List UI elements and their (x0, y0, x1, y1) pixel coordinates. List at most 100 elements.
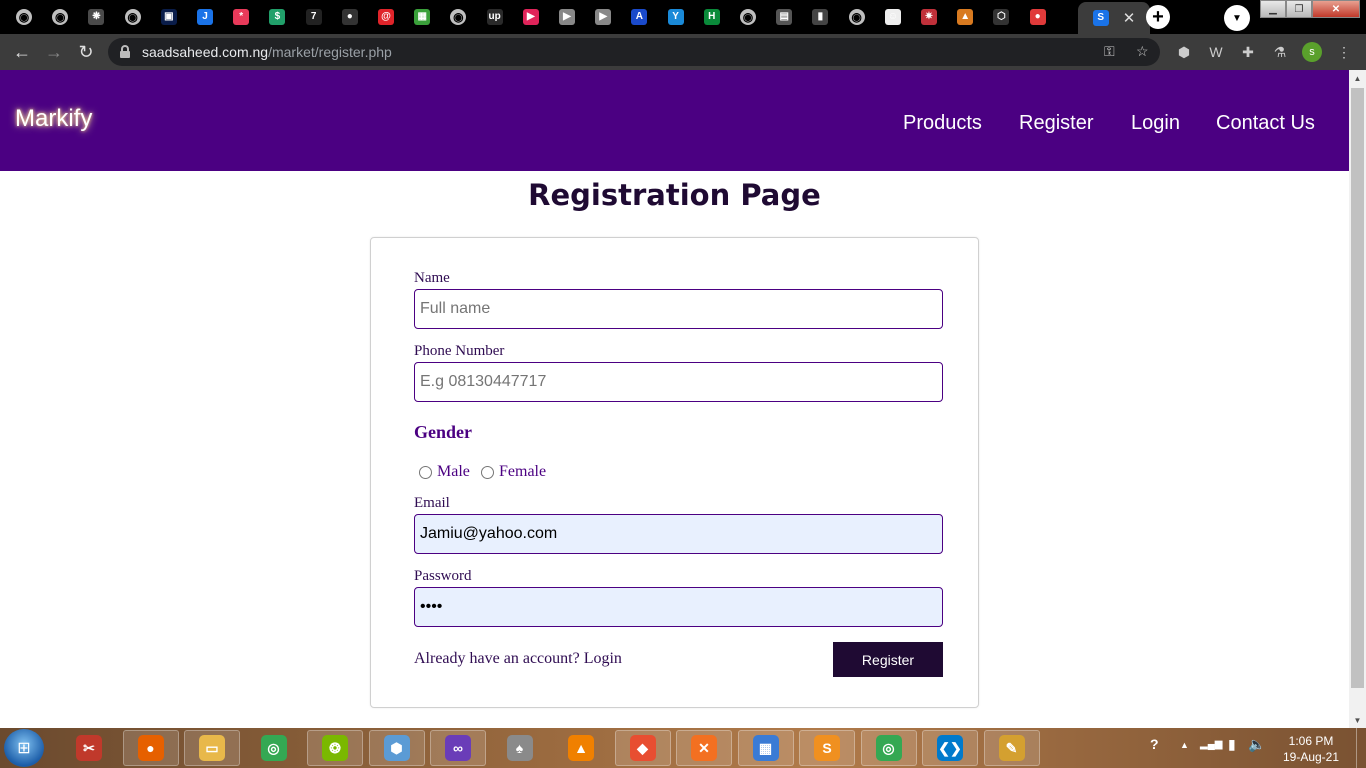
browser-tab[interactable]: 7 (296, 4, 332, 30)
system-clock[interactable]: 1:06 PM 19-Aug-21 (1280, 733, 1342, 765)
taskbar-app-button[interactable]: ✎ (983, 730, 1040, 766)
browser-tab[interactable]: ▶ (585, 4, 621, 30)
network-signal-icon[interactable]: ▂▄▆ (1200, 739, 1222, 750)
taskbar-app-button[interactable]: ⬢ (368, 730, 425, 766)
login-link[interactable]: Already have an account? Login (414, 650, 622, 668)
password-key-icon[interactable]: ⚿ (1104, 43, 1115, 60)
taskbar-app-button[interactable]: ▭ (184, 730, 240, 766)
taskbar-app-button[interactable]: ● (122, 730, 179, 766)
new-tab-button[interactable]: + (1146, 5, 1170, 29)
taskbar-app-button[interactable]: ∞ (430, 730, 486, 766)
minimize-button[interactable]: ▁ (1260, 0, 1286, 18)
email-input[interactable] (414, 514, 943, 554)
gender-option-female[interactable]: Female (481, 463, 546, 481)
male-radio[interactable] (419, 465, 432, 479)
phone-input[interactable] (414, 362, 943, 402)
name-input[interactable] (414, 289, 943, 329)
taskbar-app-button[interactable]: ✕ (676, 730, 732, 766)
browser-tab[interactable]: ▲ (947, 4, 983, 30)
help-icon[interactable]: ? (1150, 736, 1159, 752)
taskbar-app-button[interactable]: ✂ (61, 730, 117, 766)
browser-tab[interactable]: ▣ (151, 4, 187, 30)
scroll-down-arrow-icon[interactable]: ▼ (1349, 712, 1366, 728)
extension-cube-icon[interactable]: ⬢ (1174, 42, 1194, 62)
bookmark-star-icon[interactable]: ☆ (1136, 43, 1149, 60)
taskbar-app-button[interactable]: S (799, 730, 855, 766)
site-logo[interactable]: Markify (15, 105, 92, 133)
reload-button[interactable]: ↻ (75, 41, 97, 63)
password-input[interactable] (414, 587, 943, 627)
globe-icon: ◉ (52, 9, 69, 25)
browser-tab[interactable]: up (477, 4, 513, 30)
browser-tab[interactable]: ☺ (875, 4, 911, 30)
nav-products[interactable]: Products (903, 112, 982, 135)
back-button[interactable]: ← (11, 41, 33, 63)
tab-app-icon: @ (378, 9, 394, 25)
active-tab[interactable]: S ✕ (1078, 2, 1150, 34)
browser-tab[interactable]: ◉ (440, 4, 476, 30)
browser-tab[interactable]: ● (1020, 4, 1056, 30)
browser-tab[interactable]: ▶ (513, 4, 549, 30)
battery-icon[interactable]: ▮ (1228, 736, 1236, 753)
extensions-puzzle-icon[interactable]: ✚ (1238, 42, 1258, 62)
start-button[interactable]: ⊞ (4, 729, 44, 767)
maximize-button[interactable]: ❐ (1286, 0, 1312, 18)
browser-tab[interactable]: ◉ (42, 4, 78, 30)
close-window-button[interactable]: ✕ (1312, 0, 1360, 18)
browser-tab[interactable]: ◉ (839, 4, 875, 30)
gender-option-male[interactable]: Male (419, 463, 470, 481)
tab-close-icon[interactable]: ✕ (1123, 9, 1136, 27)
taskbar-app-button[interactable]: ◆ (614, 730, 671, 766)
labs-flask-icon[interactable]: ⚗ (1270, 42, 1290, 62)
browser-tab[interactable]: ▮ (802, 4, 838, 30)
taskbar-app-button[interactable]: ♠ (492, 730, 548, 766)
scroll-up-arrow-icon[interactable]: ▲ (1349, 70, 1366, 86)
menu-kebab-icon[interactable]: ⋮ (1334, 42, 1354, 62)
forward-button[interactable]: → (43, 41, 65, 63)
browser-tab[interactable]: ● (332, 4, 368, 30)
browser-tab[interactable]: ▶ (549, 4, 585, 30)
browser-tab[interactable]: ✷ (911, 4, 947, 30)
profile-avatar[interactable]: s (1302, 42, 1322, 62)
taskbar-app-button[interactable]: ❮❯ (922, 730, 978, 766)
volume-icon[interactable]: 🔈 (1248, 736, 1265, 753)
female-radio[interactable] (481, 465, 494, 479)
browser-tab[interactable]: ▦ (404, 4, 440, 30)
browser-tab[interactable]: * (223, 4, 259, 30)
extension-w-icon[interactable]: W (1206, 42, 1226, 62)
browser-tab[interactable]: ❋ (78, 4, 114, 30)
page-viewport: Markify Products Register Login Contact … (0, 70, 1349, 728)
browser-tab[interactable]: J (187, 4, 223, 30)
browser-tab[interactable]: H (694, 4, 730, 30)
browser-tab[interactable]: Y (658, 4, 694, 30)
taskbar-app-button[interactable]: ▦ (737, 730, 794, 766)
scroll-thumb[interactable] (1351, 88, 1364, 688)
browser-tab[interactable]: ◉ (6, 4, 42, 30)
taskbar-app-button[interactable]: ▲ (553, 730, 609, 766)
browser-tab[interactable]: ◉ (115, 4, 151, 30)
browser-tab[interactable]: ⬡ (983, 4, 1019, 30)
browser-tab[interactable]: $ (259, 4, 295, 30)
taskbar-app-button[interactable]: ◎ (246, 730, 302, 766)
browser-tab[interactable]: ◉ (730, 4, 766, 30)
taskbar-app-button[interactable]: ❂ (307, 730, 363, 766)
address-bar[interactable]: saadsaheed.com.ng/market/register.php ⚿ … (108, 38, 1160, 66)
browser-tab[interactable]: ▤ (766, 4, 802, 30)
register-button[interactable]: Register (833, 642, 943, 677)
globe-icon: ◉ (16, 9, 32, 25)
tray-expand-icon[interactable]: ▲ (1180, 740, 1189, 750)
tab-search-button[interactable]: ▼ (1224, 5, 1250, 31)
nav-login[interactable]: Login (1131, 112, 1180, 135)
show-desktop-button[interactable] (1356, 728, 1366, 768)
vlc-icon: ▲ (568, 735, 594, 761)
browser-tab[interactable]: A (621, 4, 657, 30)
browser-tab[interactable]: @ (368, 4, 404, 30)
tab-app-icon: ▦ (414, 9, 431, 25)
tab-app-icon: $ (269, 9, 286, 25)
openai-icon: ❋ (88, 9, 105, 25)
url-path: /market/register.php (268, 44, 392, 60)
page-scrollbar[interactable]: ▲ ▼ (1349, 70, 1366, 728)
nav-register[interactable]: Register (1019, 112, 1093, 135)
taskbar-app-button[interactable]: ◎ (860, 730, 917, 766)
nav-contact-us[interactable]: Contact Us (1216, 112, 1315, 135)
